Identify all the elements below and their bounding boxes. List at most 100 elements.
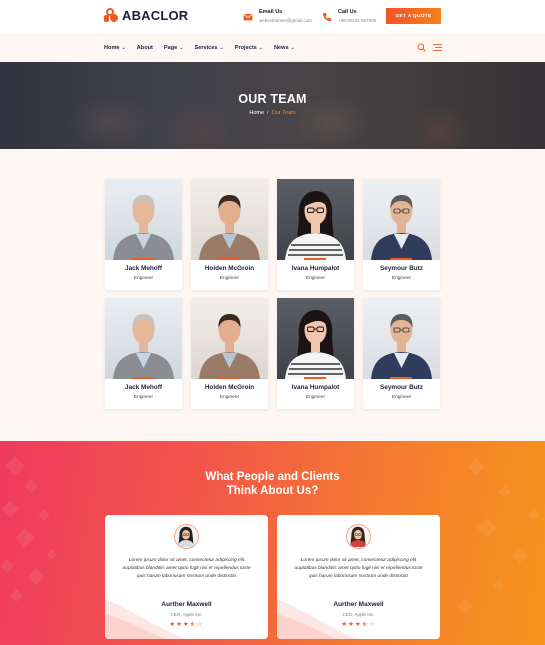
search-icon[interactable] xyxy=(417,43,426,52)
page-banner: OUR TEAM Home / Our Team xyxy=(0,62,545,149)
chevron-down-icon: ⌄ xyxy=(179,44,184,51)
nav-item-projects[interactable]: Projects ⌄ xyxy=(235,45,263,51)
testimonials-title-line2: Think About Us? xyxy=(226,485,319,497)
team-member-name[interactable]: Ivana Humpalot xyxy=(277,265,354,272)
nav-item-about[interactable]: About xyxy=(137,45,153,51)
avatar xyxy=(174,524,199,549)
nav-item-home[interactable]: Home ⌄ xyxy=(104,45,126,51)
top-header: ABACLOR Email Us webexthemes@gmail.com C… xyxy=(0,0,545,33)
team-member-card[interactable]: Holden McGroin Engineer xyxy=(191,298,268,409)
breadcrumb-separator: / xyxy=(267,110,269,116)
hamburger-icon[interactable] xyxy=(433,44,442,51)
team-member-photo xyxy=(277,179,354,260)
envelope-icon xyxy=(243,14,253,21)
phone-icon xyxy=(323,13,331,22)
testimonials-section: What People and Clients Think About Us? … xyxy=(0,441,545,645)
breadcrumb: Home / Our Team xyxy=(0,110,545,116)
team-member-role: Engineer xyxy=(219,276,240,281)
logo-icon xyxy=(104,8,119,23)
testimonial-position: CEO, Apple Inc. xyxy=(342,612,375,617)
team-member-name[interactable]: Holden McGroin xyxy=(191,384,268,391)
decorative-square xyxy=(1,500,19,518)
photo-accent-bar xyxy=(390,258,412,260)
decorative-square xyxy=(38,509,50,521)
nav-item-label: Home xyxy=(104,44,120,51)
team-member-card[interactable]: Jack Mehoff Engineer xyxy=(105,179,182,290)
team-member-card[interactable]: Seymour Butz Engineer xyxy=(363,179,440,290)
chevron-down-icon: ⌄ xyxy=(290,44,295,51)
nav-item-label: Projects xyxy=(234,44,257,51)
team-member-name[interactable]: Ivana Humpalot xyxy=(277,384,354,391)
chevron-down-icon: ⌄ xyxy=(219,44,224,51)
team-member-photo xyxy=(363,179,440,260)
call-label: Call Us xyxy=(338,9,357,15)
chevron-down-icon: ⌄ xyxy=(121,44,126,51)
decorative-square xyxy=(493,579,505,591)
decorative-square xyxy=(27,568,45,586)
team-member-role: Engineer xyxy=(391,395,412,400)
photo-accent-bar xyxy=(390,377,412,379)
photo-accent-bar xyxy=(218,377,240,379)
team-member-name[interactable]: Jack Mehoff xyxy=(105,384,182,391)
team-member-name[interactable]: Holden McGroin xyxy=(191,265,268,272)
testimonials-title: What People and Clients Think About Us? xyxy=(0,470,545,498)
avatar xyxy=(346,524,371,549)
testimonials-title-line1: What People and Clients xyxy=(205,471,340,483)
team-member-name[interactable]: Seymour Butz xyxy=(363,265,440,272)
nav-item-services[interactable]: Services ⌄ xyxy=(194,45,223,51)
team-member-role: Engineer xyxy=(133,395,154,400)
page-title: OUR TEAM xyxy=(238,92,307,106)
team-member-name[interactable]: Jack Mehoff xyxy=(105,265,182,272)
team-member-role: Engineer xyxy=(305,395,326,400)
team-member-role: Engineer xyxy=(305,276,326,281)
decorative-square xyxy=(15,528,35,548)
decorative-square xyxy=(512,548,528,564)
team-member-card[interactable]: Holden McGroin Engineer xyxy=(191,179,268,290)
team-member-card[interactable]: Ivana Humpalot Engineer xyxy=(277,179,354,290)
photo-accent-bar xyxy=(218,258,240,260)
decorative-square xyxy=(0,558,15,574)
testimonial-quote: Lorem ipsum dolor sit amet, consectetur … xyxy=(294,558,423,579)
testimonial-author: Aurther Maxwell xyxy=(161,601,212,608)
nav-item-page[interactable]: Page ⌄ xyxy=(164,45,184,51)
testimonial-card: Lorem ipsum dolor sit amet, consectetur … xyxy=(105,515,268,639)
team-member-photo xyxy=(105,179,182,260)
testimonial-position: CEO, Apple Inc. xyxy=(170,612,203,617)
testimonial-card: Lorem ipsum dolor sit amet, consectetur … xyxy=(277,515,440,639)
rating-stars: ★★★⯪☆ xyxy=(169,621,204,628)
decorative-square xyxy=(10,589,23,602)
nav-item-label: News xyxy=(274,44,289,51)
team-member-photo xyxy=(191,179,268,260)
photo-accent-bar xyxy=(132,377,154,379)
main-nav: Home ⌄ About Page ⌄ Services ⌄ Projects ⌄ News ⌄ xyxy=(0,33,545,62)
testimonial-author: Aurther Maxwell xyxy=(333,601,384,608)
team-member-photo xyxy=(191,298,268,379)
email-label: Email Us xyxy=(259,9,283,15)
team-member-name[interactable]: Seymour Butz xyxy=(363,384,440,391)
team-member-card[interactable]: Jack Mehoff Engineer xyxy=(105,298,182,409)
team-member-role: Engineer xyxy=(391,276,412,281)
call-value[interactable]: +98-00234-567899 xyxy=(338,16,376,25)
team-member-photo xyxy=(105,298,182,379)
call-contact: Call Us +98-00234-567899 xyxy=(322,9,376,25)
team-member-photo xyxy=(363,298,440,379)
nav-items: Home ⌄ About Page ⌄ Services ⌄ Projects ⌄ News ⌄ xyxy=(104,33,306,62)
nav-item-news[interactable]: News ⌄ xyxy=(274,45,295,51)
nav-item-label: Page xyxy=(163,44,178,51)
breadcrumb-current: Our Team xyxy=(271,110,296,116)
decorative-square xyxy=(457,598,473,614)
team-member-role: Engineer xyxy=(219,395,240,400)
email-value[interactable]: webexthemes@gmail.com xyxy=(259,16,312,25)
logo-text: ABACLOR xyxy=(122,8,189,23)
team-member-card[interactable]: Seymour Butz Engineer xyxy=(363,298,440,409)
photo-accent-bar xyxy=(132,258,154,260)
get-a-quote-button[interactable]: GET A QUOTE xyxy=(386,8,441,24)
breadcrumb-home[interactable]: Home xyxy=(249,110,264,116)
photo-accent-bar xyxy=(304,258,326,260)
nav-item-label: Services xyxy=(194,44,218,51)
nav-item-label: About xyxy=(136,44,153,51)
team-member-card[interactable]: Ivana Humpalot Engineer xyxy=(277,298,354,409)
logo[interactable]: ABACLOR xyxy=(104,8,188,23)
chevron-down-icon: ⌄ xyxy=(258,44,263,51)
email-contact: Email Us webexthemes@gmail.com xyxy=(243,9,312,25)
